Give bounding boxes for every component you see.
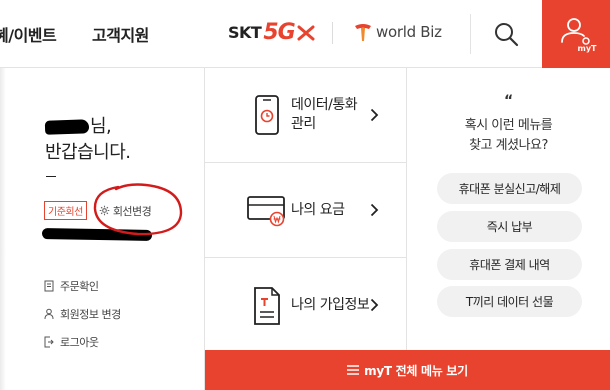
top-header: 혜/이벤트 고객지원 SKT 5G world Biz myT	[0, 0, 610, 68]
suggestion-title: 혹시 이런 메뉴를 찾고 계셨나요?	[407, 116, 610, 156]
logout-icon	[44, 336, 54, 348]
user-gear-icon	[561, 17, 590, 45]
menu-data-call[interactable]: 데이터/통화 관리	[205, 68, 407, 163]
full-menu-label: myT 전체 메뉴 보기	[364, 363, 468, 378]
quote-mark: “	[504, 93, 514, 109]
menu-my-subscription-label: 나의 가입정보	[291, 297, 370, 313]
greeting-suffix: 님,	[90, 116, 112, 137]
t-brand-icon	[355, 24, 371, 41]
myt-label: myT	[577, 43, 597, 53]
menu-my-subscription[interactable]: 나의 가입정보	[205, 258, 407, 353]
greeting-line2: 반갑습니다.	[45, 142, 131, 163]
menu-my-fee-label: 나의 요금	[291, 201, 345, 218]
suggest-payment-history[interactable]: 휴대폰 결제 내역	[437, 249, 582, 280]
order-check-label: 주문확인	[60, 280, 99, 293]
header-divider	[332, 22, 333, 44]
member-info-link[interactable]: 회원정보 변경	[44, 300, 121, 328]
chevron-right-icon	[370, 298, 379, 312]
phone-clock-icon	[255, 95, 279, 135]
panel-shadow	[0, 68, 6, 390]
logout-link[interactable]: 로그아웃	[44, 328, 121, 356]
receipt-icon	[44, 280, 54, 292]
suggestion-title-line1: 혹시 이런 메뉴를	[464, 118, 553, 133]
greeting: 님, 반갑습니다.	[44, 114, 131, 166]
redacted-username	[44, 119, 90, 135]
menu-data-call-label: 데이터/통화 관리	[291, 97, 358, 132]
worldbiz-wordmark: world Biz	[376, 23, 442, 41]
card-won-icon	[247, 196, 285, 227]
nav-events[interactable]: 혜/이벤트	[0, 22, 57, 46]
search-icon	[494, 23, 518, 47]
divider-dash	[46, 176, 56, 177]
5g-wordmark: 5G	[263, 20, 295, 45]
skt-wordmark: SKT	[228, 23, 262, 42]
person-icon	[44, 308, 54, 320]
suggest-instant-pay[interactable]: 즉시 납부	[437, 211, 582, 242]
order-check-link[interactable]: 주문확인	[44, 272, 121, 300]
member-info-label: 회원정보 변경	[60, 308, 121, 321]
search-button[interactable]	[470, 14, 540, 54]
skt-5gx-logo[interactable]: SKT 5G	[228, 20, 315, 45]
menu-my-fee[interactable]: 나의 요금	[205, 163, 407, 258]
suggest-lost-phone[interactable]: 휴대폰 분실신고/해제	[437, 173, 582, 204]
x-mark-icon	[297, 25, 315, 40]
logout-label: 로그아웃	[60, 336, 99, 349]
chevron-right-icon	[370, 108, 379, 122]
base-line-badge: 기준회선	[44, 201, 87, 220]
document-t-icon	[254, 286, 280, 325]
suggestion-title-line2: 찾고 계셨나요?	[469, 138, 548, 153]
suggest-data-gift[interactable]: T끼리 데이터 선물	[437, 286, 582, 317]
myt-button[interactable]: myT	[542, 0, 610, 68]
change-line-button[interactable]: 회선변경	[99, 203, 152, 219]
hamburger-icon	[347, 365, 360, 375]
main-menu: 데이터/통화 관리 나의 요금 나의 가입정보	[205, 68, 407, 350]
change-line-label: 회선변경	[112, 204, 152, 218]
redacted-phone-number	[41, 228, 153, 241]
gear-icon	[99, 205, 110, 216]
line-info: 기준회선 회선변경	[44, 201, 152, 220]
full-menu-button[interactable]: myT 전체 메뉴 보기	[205, 350, 610, 390]
account-links: 주문확인 회원정보 변경 로그아웃	[44, 272, 121, 356]
chevron-right-icon	[370, 203, 379, 217]
t-worldbiz-logo[interactable]: world Biz	[354, 22, 442, 42]
nav-support[interactable]: 고객지원	[92, 22, 149, 46]
